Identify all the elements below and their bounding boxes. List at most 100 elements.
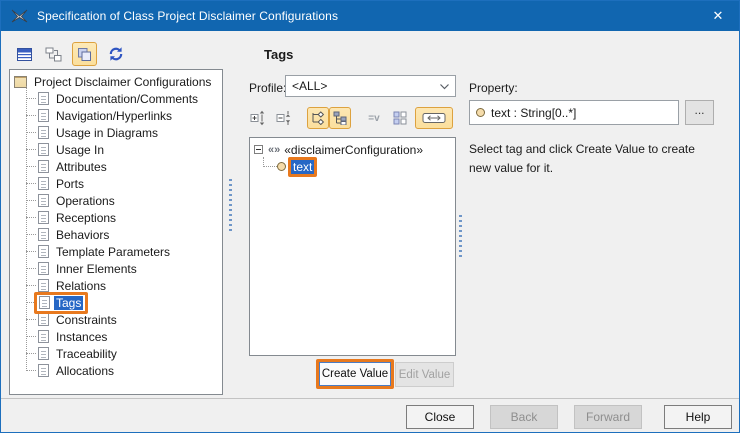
sidebar-item-documentation[interactable]: Documentation/Comments [10, 90, 222, 107]
sidebar-item-tags[interactable]: Tags [10, 294, 222, 311]
document-icon [38, 330, 49, 343]
sidebar-item-instances[interactable]: Instances [10, 328, 222, 345]
sidebar-item-constraints[interactable]: Constraints [10, 311, 222, 328]
refresh-icon[interactable] [106, 43, 126, 65]
property-value: text : String[0..*] [491, 106, 576, 120]
tree-connector [26, 319, 36, 320]
panel-splitter-handle[interactable] [459, 215, 462, 257]
tree-connector [26, 285, 36, 286]
sidebar-item-behaviors[interactable]: Behaviors [10, 226, 222, 243]
tag-node-text[interactable]: text [254, 158, 455, 175]
default-value-icon[interactable]: =v [363, 107, 385, 129]
property-field[interactable]: text : String[0..*] [469, 100, 679, 125]
tree-view-icon[interactable] [329, 107, 351, 129]
close-icon[interactable]: ✕ [697, 1, 739, 31]
tree-connector [26, 200, 36, 201]
hint-text: Select tag and click Create Value to cre… [469, 140, 713, 177]
sidebar-item-inner-elements[interactable]: Inner Elements [10, 260, 222, 277]
window-title: Specification of Class Project Disclaime… [37, 9, 338, 23]
tree-connector [26, 217, 36, 218]
stereotype-icon: «» [268, 144, 280, 156]
sidebar-root-label: Project Disclaimer Configurations [32, 75, 213, 89]
panel-splitter-handle[interactable] [229, 179, 232, 231]
tags-tree-panel: «» «disclaimerConfiguration» text [249, 137, 456, 356]
document-icon [38, 364, 49, 377]
edit-value-button: Edit Value [395, 362, 454, 387]
document-icon [38, 211, 49, 224]
tree-connector [26, 234, 36, 235]
magicdraw-logo-icon [11, 8, 28, 24]
property-label: Property: [469, 81, 518, 95]
tree-connector [26, 370, 36, 371]
sidebar-item-navigation[interactable]: Navigation/Hyperlinks [10, 107, 222, 124]
sidebar-item-operations[interactable]: Operations [10, 192, 222, 209]
profile-label: Profile: [249, 81, 286, 95]
tree-connector [26, 98, 36, 99]
document-icon [38, 92, 49, 105]
expand-nodes-icon[interactable] [247, 107, 269, 129]
sidebar-item-traceability[interactable]: Traceability [10, 345, 222, 362]
main-toolbar [14, 39, 126, 69]
document-icon [38, 126, 49, 139]
page-title: Tags [264, 47, 293, 62]
sidebar-item-allocations[interactable]: Allocations [10, 362, 222, 379]
tree-connector [26, 132, 36, 133]
group-by-icon[interactable] [389, 107, 411, 129]
browse-property-button[interactable]: ... [685, 100, 714, 125]
show-value-cell-icon[interactable] [415, 107, 453, 129]
tag-icon [277, 162, 286, 171]
properties-table-icon[interactable] [14, 43, 34, 65]
tree-connector [263, 157, 277, 167]
tags-toolbar: =v [247, 105, 453, 131]
document-icon [38, 109, 49, 122]
tree-connector [26, 166, 36, 167]
sidebar-item-root[interactable]: Project Disclaimer Configurations [10, 73, 222, 90]
document-icon [39, 296, 50, 309]
tree-connector [26, 183, 36, 184]
document-icon [38, 177, 49, 190]
forward-button: Forward [574, 405, 642, 429]
specification-dialog: Specification of Class Project Disclaime… [0, 0, 740, 433]
profile-select[interactable]: <ALL> [285, 75, 456, 97]
create-value-button[interactable]: Create Value [319, 362, 391, 386]
sidebar-item-template-parameters[interactable]: Template Parameters [10, 243, 222, 260]
stereotype-label: «disclaimerConfiguration» [284, 143, 423, 157]
profile-value: <ALL> [292, 79, 327, 93]
tree-connector [26, 149, 36, 150]
flat-diamond-view-icon[interactable] [307, 107, 329, 129]
sidebar-item-receptions[interactable]: Receptions [10, 209, 222, 226]
sidebar-item-usage-in[interactable]: Usage In [10, 141, 222, 158]
document-icon [38, 245, 49, 258]
collapse-toggle-icon[interactable] [254, 145, 263, 154]
annotation-highlight: Tags [34, 292, 88, 314]
hierarchy-view-icon[interactable] [43, 43, 63, 65]
sidebar-item-ports[interactable]: Ports [10, 175, 222, 192]
tree-connector [26, 115, 36, 116]
document-icon [38, 279, 49, 292]
standard-copy-icon[interactable] [72, 42, 97, 66]
document-icon [38, 228, 49, 241]
annotation-highlight: text [288, 157, 317, 177]
specification-nav-tree: Project Disclaimer Configurations Docume… [9, 69, 223, 395]
document-icon [38, 194, 49, 207]
help-button[interactable]: Help [664, 405, 732, 429]
stereotype-node[interactable]: «» «disclaimerConfiguration» [254, 141, 455, 158]
dialog-footer: Close Back Forward Help [1, 398, 739, 432]
close-button[interactable]: Close [406, 405, 474, 429]
chevron-down-icon [440, 84, 449, 90]
tree-connector [26, 268, 36, 269]
document-icon [38, 262, 49, 275]
sidebar-item-usage-in-diagrams[interactable]: Usage in Diagrams [10, 124, 222, 141]
tree-connector [26, 336, 36, 337]
back-button: Back [490, 405, 558, 429]
title-bar: Specification of Class Project Disclaime… [1, 1, 739, 31]
tag-property-icon [476, 108, 485, 117]
document-icon [38, 347, 49, 360]
document-icon [38, 313, 49, 326]
document-icon [38, 160, 49, 173]
annotation-highlight: Create Value [316, 359, 394, 389]
tree-connector [26, 251, 36, 252]
document-icon [38, 143, 49, 156]
sidebar-item-attributes[interactable]: Attributes [10, 158, 222, 175]
collapse-nodes-icon[interactable] [273, 107, 295, 129]
